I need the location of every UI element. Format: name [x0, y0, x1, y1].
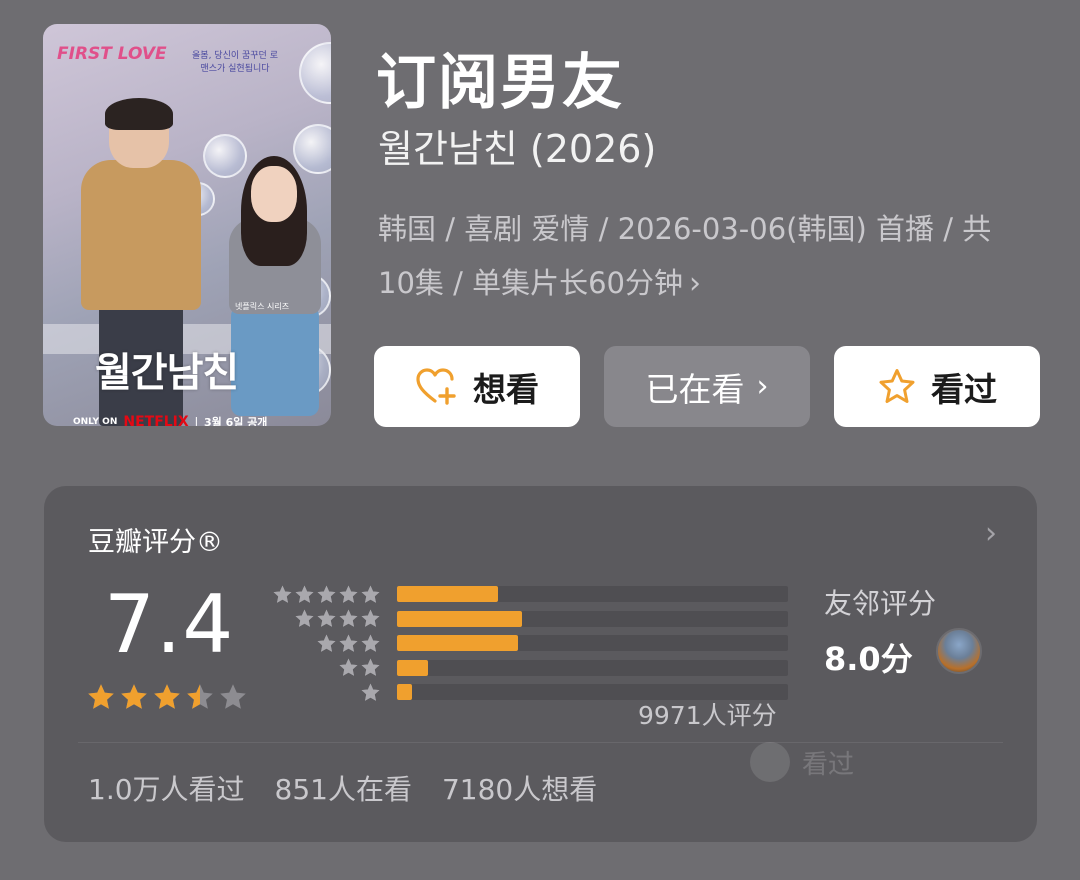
- want-to-watch-button[interactable]: 想看: [374, 346, 580, 427]
- poster-bottom-row: ONLY ON NETFLIX | 3월 6일 공개: [73, 414, 313, 426]
- distribution-stars: [268, 657, 381, 678]
- friends-rating-score: 8.0分: [824, 640, 913, 678]
- distribution-track: [396, 635, 788, 652]
- netflix-logo: NETFLIX: [123, 414, 189, 426]
- chevron-right-icon: ›: [689, 266, 702, 301]
- distribution-bar: [396, 659, 428, 676]
- star-icon: [220, 684, 246, 709]
- movie-meta[interactable]: 韩国 / 喜剧 爱情 / 2026-03-06(韩国) 首播 / 共 10集 /…: [378, 202, 1038, 311]
- meta-line-1: 韩国 / 喜剧 爱情 / 2026-03-06(韩国) 首播 / 共: [378, 212, 992, 246]
- star-icon: [154, 684, 180, 709]
- watched-label: 看过: [931, 369, 997, 409]
- distribution-bar: [396, 610, 522, 627]
- poster-bubble: [299, 42, 331, 104]
- rating-card[interactable]: 豆瓣评分® › 7.4 9971人评分 友邻评分 8.0分 看过 1.0万人看过…: [44, 486, 1037, 842]
- star-icon: [295, 585, 314, 603]
- star-icon: [317, 609, 336, 627]
- watched-friends-overlay: 看过: [750, 742, 854, 782]
- meta-line-2: 10集 / 单集片长60分钟 ›: [378, 256, 1038, 311]
- star-icon: [339, 634, 358, 652]
- audience-stats: 1.0万人看过 851人在看 7180人想看: [88, 768, 597, 808]
- rating-stars: [86, 682, 248, 712]
- stat-watched[interactable]: 1.0万人看过: [88, 768, 245, 808]
- heart-plus-icon: [416, 367, 456, 405]
- poster-brand-text: FIRST LOVE: [57, 44, 167, 64]
- friend-avatar[interactable]: [936, 628, 982, 674]
- watched-button[interactable]: 看过: [834, 346, 1040, 427]
- star-outline-icon: [879, 368, 915, 403]
- distribution-track: [396, 610, 788, 627]
- poster-logo: 월간남친: [95, 350, 239, 396]
- distribution-row-2: [268, 656, 788, 681]
- avatar: [750, 742, 790, 782]
- chevron-right-icon: ›: [756, 369, 769, 404]
- distribution-bar: [396, 586, 499, 603]
- star-icon: [361, 585, 380, 603]
- stat-watching[interactable]: 851人在看: [275, 768, 412, 808]
- poster-release-note: 3월 6일 공개: [203, 416, 268, 426]
- star-icon: [273, 585, 292, 603]
- star-icon: [295, 609, 314, 627]
- poster-only-on: ONLY ON: [73, 417, 118, 426]
- distribution-stars: [268, 584, 381, 605]
- star-icon: [317, 585, 336, 603]
- rating-score: 7.4: [104, 578, 235, 671]
- poster-tagline: 올봄, 당신이 꿈꾸던 로맨스가 실현됩니다: [192, 51, 278, 74]
- ghost-watched-label: 看过: [802, 749, 855, 780]
- rating-distribution: [268, 582, 788, 705]
- poster-series-tag: 넷플릭스 시리즈: [235, 302, 290, 311]
- star-icon: [339, 658, 358, 676]
- poster-image[interactable]: FIRST LOVE 올봄, 당신이 꿈꾸던 로맨스가 실현됩니다 넷플릭스 시…: [43, 24, 331, 426]
- distribution-row-3: [268, 631, 788, 656]
- star-icon: [121, 684, 147, 709]
- star-icon: [361, 609, 380, 627]
- distribution-stars: [268, 682, 381, 703]
- star-icon: [361, 658, 380, 676]
- watching-button[interactable]: 已在看 ›: [604, 346, 810, 427]
- star-icon: [361, 683, 380, 701]
- rating-label: 豆瓣评分®: [88, 527, 223, 558]
- distribution-track: [396, 659, 788, 676]
- action-buttons: 想看 已在看 › 看过: [374, 346, 1040, 427]
- distribution-stars: [268, 608, 381, 629]
- divider: [78, 742, 1003, 743]
- distribution-stars: [268, 633, 381, 654]
- star-icon: [339, 585, 358, 603]
- stat-want[interactable]: 7180人想看: [442, 768, 597, 808]
- page-title: 订阅男友: [376, 48, 624, 118]
- distribution-row-4: [268, 607, 788, 632]
- star-icon: [187, 684, 213, 709]
- chevron-right-icon[interactable]: ›: [985, 516, 997, 551]
- star-icon: [88, 684, 114, 709]
- distribution-row-5: [268, 582, 788, 607]
- want-to-watch-label: 想看: [473, 369, 539, 409]
- rating-count: 9971人评分: [638, 701, 777, 730]
- meta-line-2-text: 10集 / 单集片长60分钟: [378, 266, 684, 300]
- original-title: 월간남친 (2026): [378, 127, 657, 171]
- distribution-bar: [396, 684, 413, 701]
- star-icon: [339, 609, 358, 627]
- star-icon: [317, 634, 336, 652]
- star-icon: [361, 634, 380, 652]
- distribution-track: [396, 586, 788, 603]
- watching-label: 已在看: [645, 369, 745, 409]
- distribution-bar: [396, 635, 518, 652]
- friends-rating-label: 友邻评分: [824, 587, 937, 620]
